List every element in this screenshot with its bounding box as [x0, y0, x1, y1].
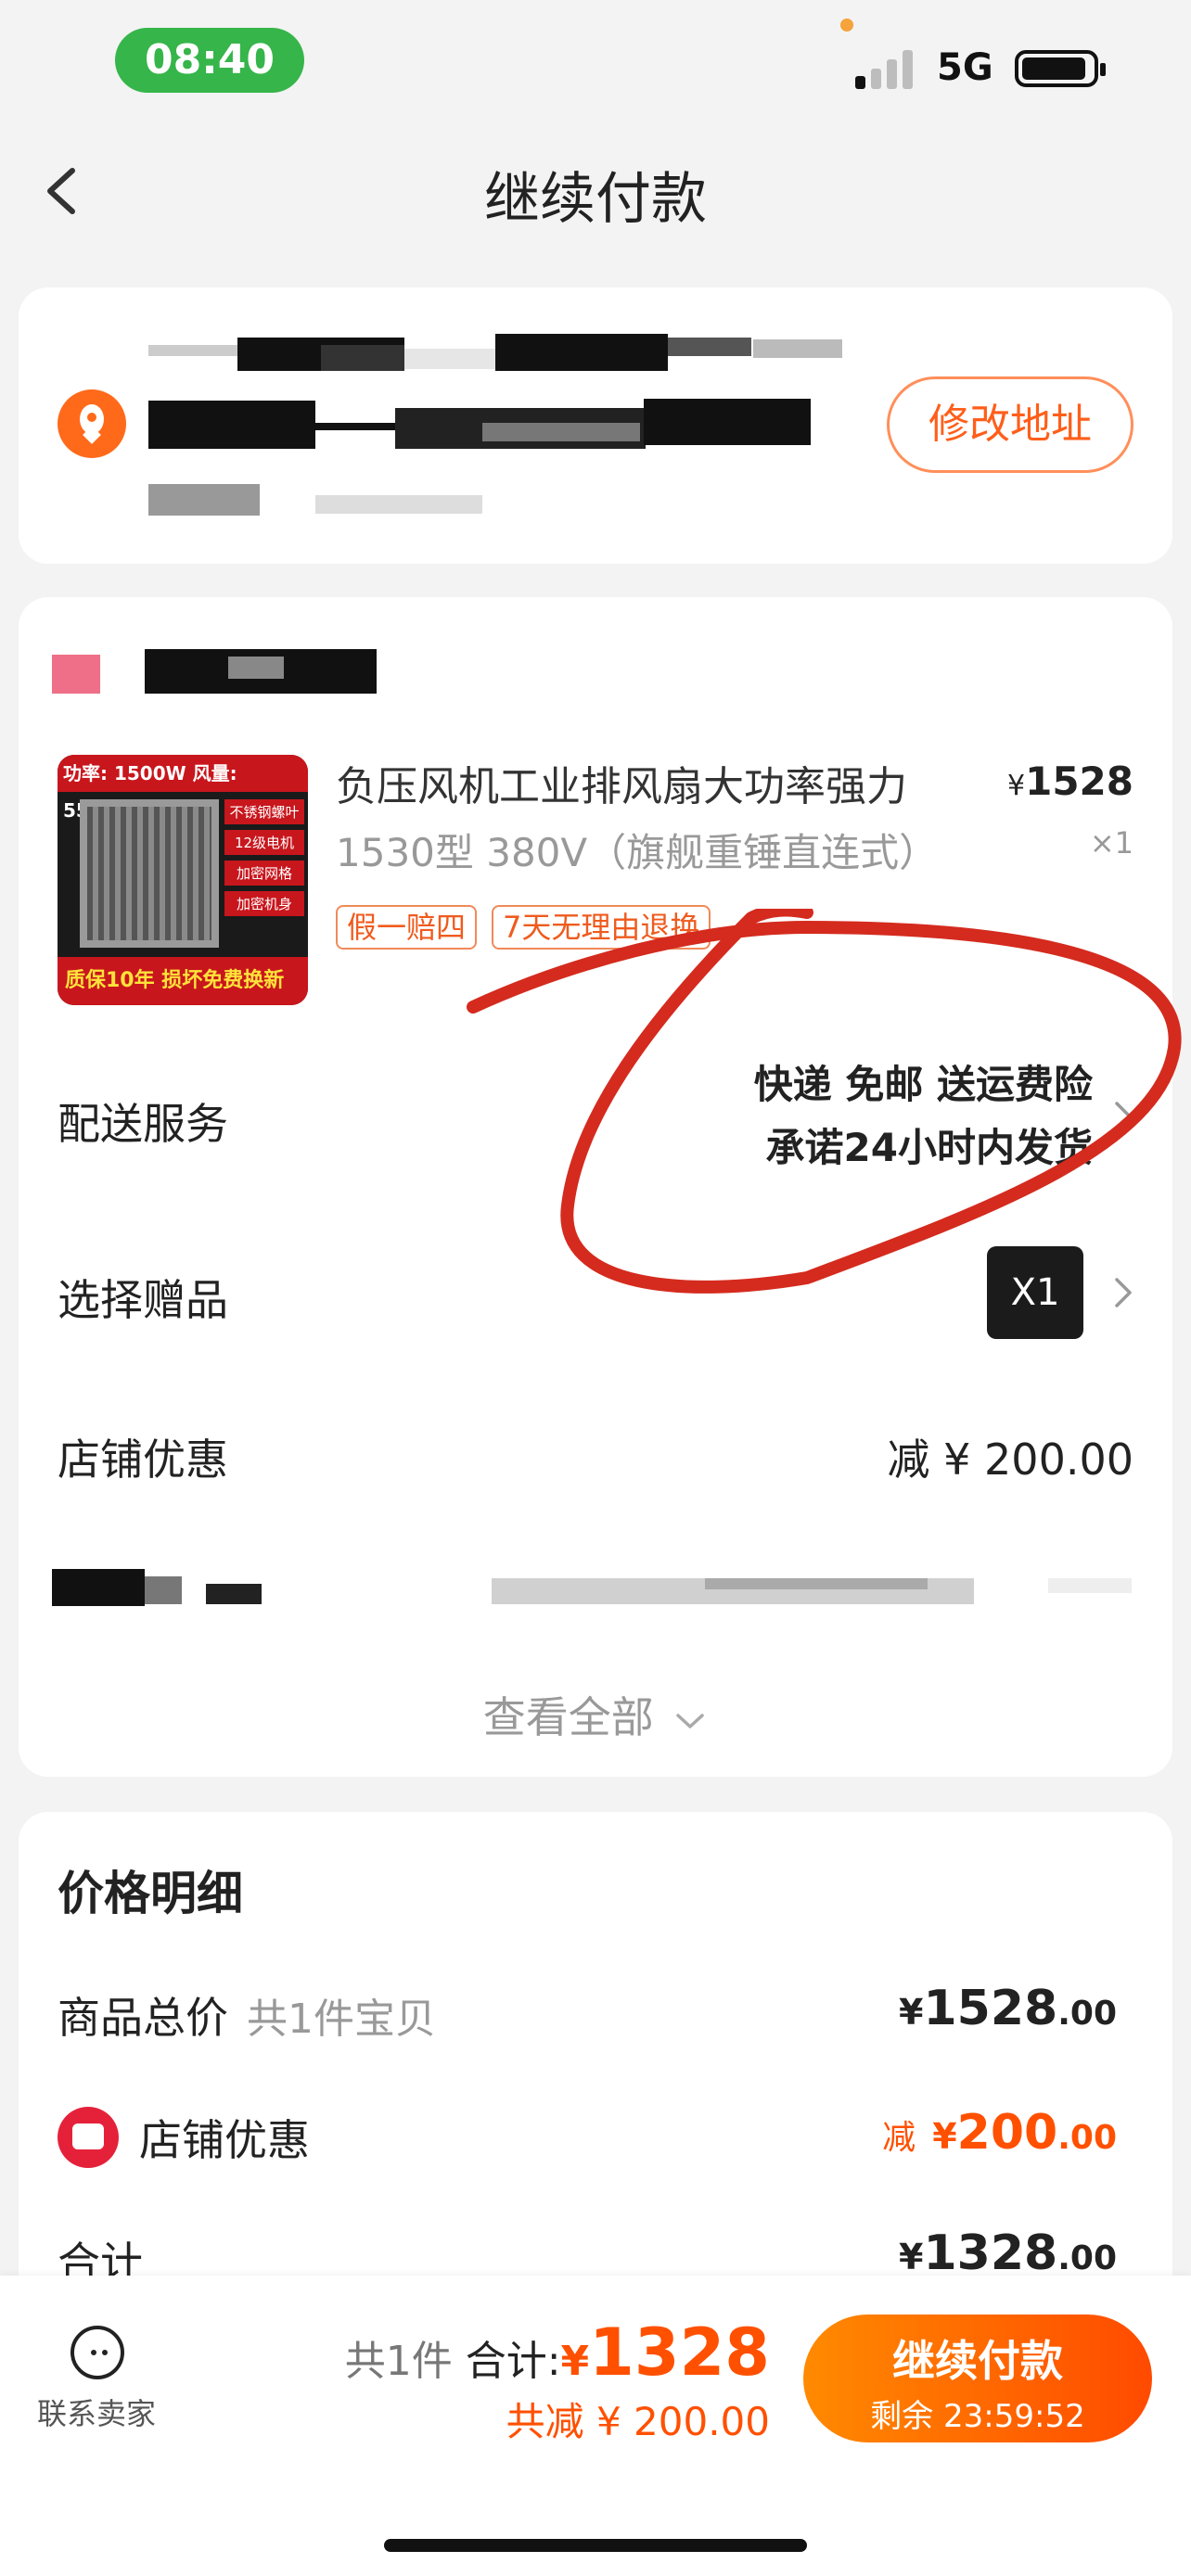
chevron-down-icon: [676, 1713, 705, 1728]
item-count: 共1件: [344, 2338, 453, 2385]
shop-icon: [58, 2107, 119, 2168]
amount-dec: .00: [1057, 2239, 1117, 2277]
contact-seller-button[interactable]: 联系卖家: [37, 2391, 156, 2433]
delivery-line-2[interactable]: 承诺24小时内发货: [766, 1116, 1093, 1173]
thumbnail-top-text: 功率: 1500W 风量: 55700M³/H: [58, 755, 308, 822]
thumbnail-tag: 加密机身: [224, 891, 304, 916]
location-pin-icon: [58, 389, 126, 458]
discount-prefix: 减: [882, 2119, 916, 2157]
delivery-line-1[interactable]: 快递 免邮 送运费险: [754, 1053, 1093, 1110]
product-sku[interactable]: 1530型 380V（旗舰重锤直连式）: [336, 822, 938, 878]
chevron-right-icon[interactable]: [1113, 1098, 1133, 1135]
price-detail-title: 价格明细: [58, 1867, 243, 1920]
privacy-indicator-dot: [840, 19, 853, 32]
chevron-right-icon[interactable]: [1113, 1274, 1133, 1311]
view-all-label: 查看全部: [482, 1692, 654, 1742]
product-quantity: ×1: [1089, 825, 1133, 861]
status-time: 08:40: [115, 28, 304, 93]
network-type: 5G: [937, 46, 993, 89]
pay-countdown: 剩余 23:59:52: [870, 2398, 1085, 2435]
pay-button-label: 继续付款: [892, 2336, 1063, 2386]
total-label: 合计:: [465, 2338, 561, 2385]
gift-thumbnail[interactable]: X1: [987, 1246, 1083, 1339]
total-amount: 1328: [589, 2315, 770, 2391]
currency-symbol: ¥: [899, 2237, 924, 2277]
total-saved: 共减 ¥ 200.00: [506, 2399, 770, 2444]
thumbnail-tag: 加密网格: [224, 861, 304, 886]
battery-icon: [1015, 50, 1106, 87]
product-price: ¥1528: [1007, 759, 1133, 804]
goods-total-text: 商品总价: [58, 1993, 228, 2043]
view-all-link[interactable]: 查看全部: [0, 1684, 1191, 1745]
price-value: 1528: [1025, 759, 1133, 804]
currency-symbol: ¥: [932, 2116, 957, 2157]
thumbnail-tag: 不锈钢螺叶: [224, 799, 304, 824]
shop-discount-value[interactable]: 减 ¥ 200.00: [888, 1426, 1133, 1487]
delivery-label: 配送服务: [58, 1099, 228, 1149]
price-currency: ¥: [1007, 770, 1026, 802]
fan-image: [80, 799, 219, 948]
chat-bubble-icon[interactable]: [70, 2326, 124, 2379]
home-indicator: [384, 2539, 807, 2552]
sum-value: ¥1328.00: [899, 2225, 1117, 2281]
detail-shop-discount-value: 减 ¥200.00: [882, 2105, 1117, 2161]
detail-shop-discount-label: 店铺优惠: [139, 2115, 310, 2165]
amount-int: 200: [956, 2105, 1058, 2161]
page-title: 继续付款: [484, 167, 707, 232]
tag-fake-compensation: 假一赔四: [336, 905, 478, 950]
amount-int: 1328: [923, 2225, 1058, 2281]
goods-count: 共1件宝贝: [247, 1996, 436, 2043]
product-title[interactable]: 负压风机工业排风扇大功率强力: [336, 753, 907, 812]
edit-address-button[interactable]: 修改地址: [887, 376, 1133, 473]
goods-total-label: 商品总价 共1件宝贝: [58, 1984, 436, 2046]
currency-symbol: ¥: [560, 2338, 590, 2385]
gift-label: 选择赠品: [58, 1275, 228, 1325]
cellular-signal-icon: [855, 48, 920, 89]
amount-int: 1528: [923, 1981, 1058, 2036]
thumbnail-bottom-text: 质保10年 损坏免费换新: [58, 957, 308, 1005]
tag-7day-return: 7天无理由退换: [492, 905, 711, 950]
amount-dec: .00: [1057, 1995, 1117, 2033]
currency-symbol: ¥: [899, 1992, 924, 2033]
amount-dec: .00: [1057, 2119, 1117, 2157]
goods-total-value: ¥1528.00: [899, 1981, 1117, 2036]
thumbnail-tag: 12级电机: [224, 830, 304, 855]
product-thumbnail[interactable]: 功率: 1500W 风量: 55700M³/H 不锈钢螺叶 12级电机 加密网格…: [58, 755, 308, 1005]
shop-discount-label: 店铺优惠: [58, 1435, 228, 1485]
continue-pay-button[interactable]: 继续付款 剩余 23:59:52: [803, 2315, 1152, 2442]
checkout-total: 共1件 合计:¥1328: [345, 2315, 770, 2391]
